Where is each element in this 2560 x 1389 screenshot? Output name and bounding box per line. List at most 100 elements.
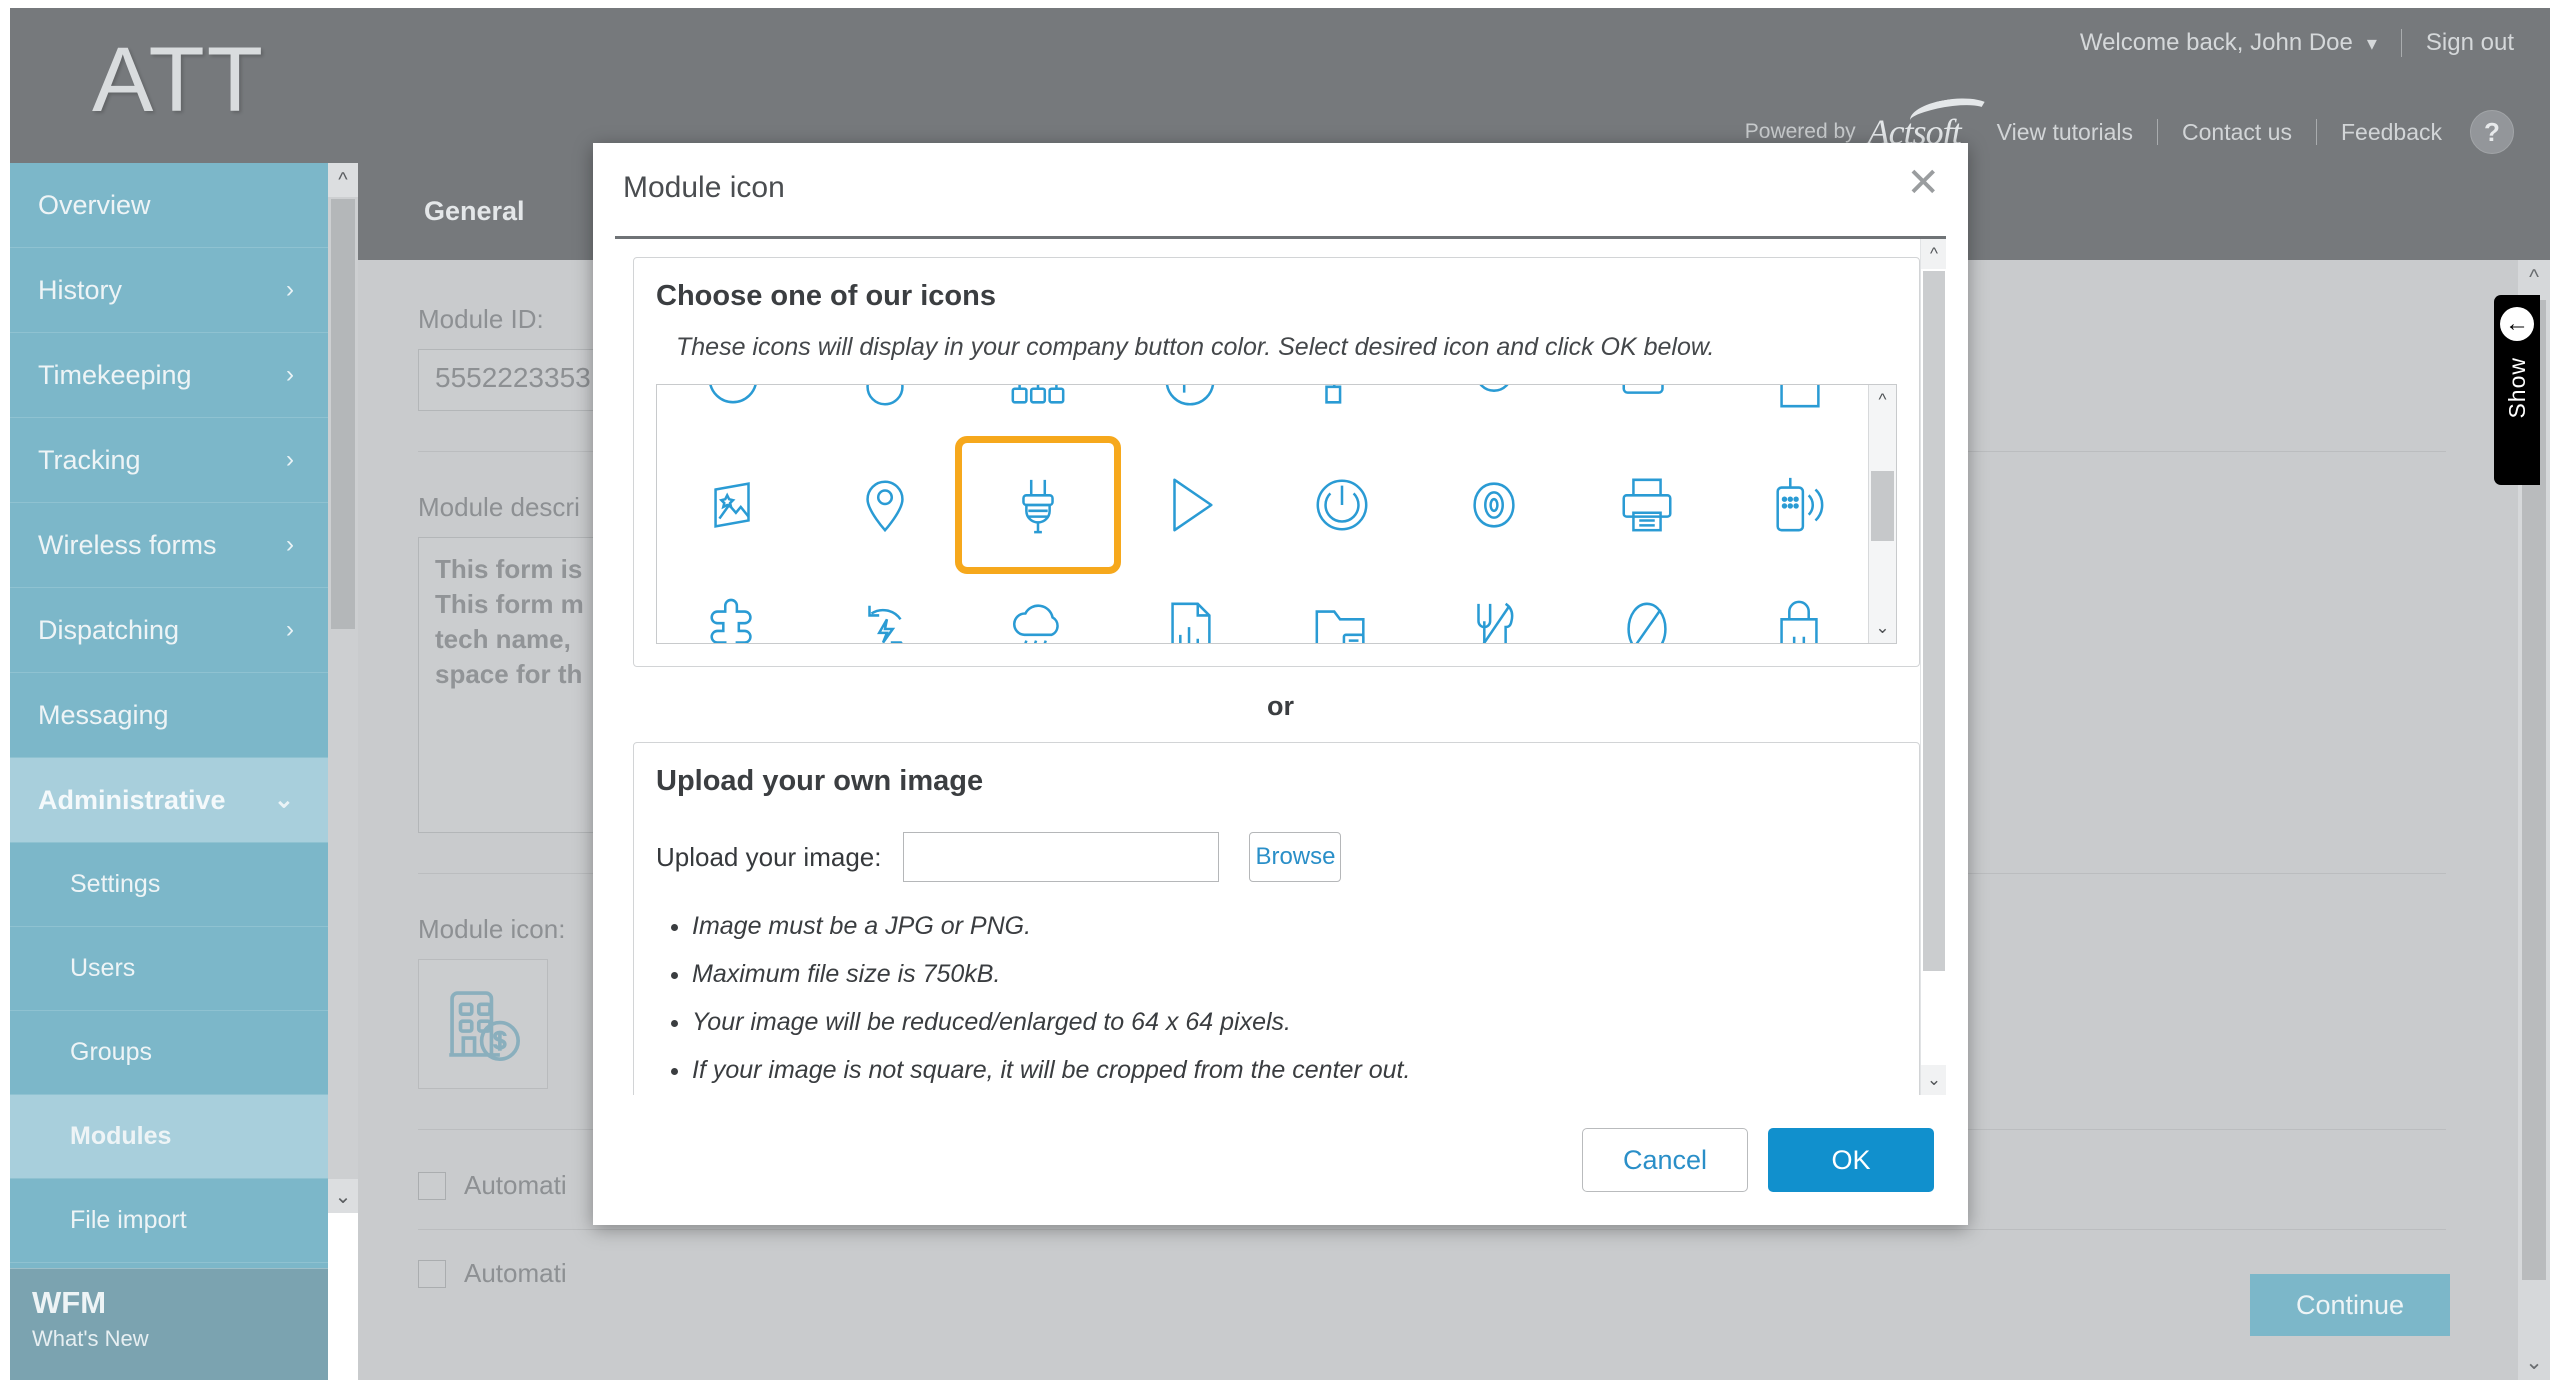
- icon-cell-radio[interactable]: [1723, 443, 1875, 567]
- wfm-title: WFM: [32, 1285, 107, 1320]
- sidebar-item-label: Dispatching: [38, 614, 180, 645]
- icon-cell-restaurant[interactable]: [1418, 567, 1570, 643]
- icon-cell-power[interactable]: [1266, 443, 1418, 567]
- icon-cell-pin[interactable]: [809, 443, 961, 567]
- sidebar-item-file-import[interactable]: File import: [10, 1179, 328, 1263]
- icon-cell-recycle-power[interactable]: [809, 567, 961, 643]
- ok-button[interactable]: OK: [1768, 1128, 1934, 1192]
- upload-image-panel: Upload your own image Upload your image:…: [633, 742, 1920, 1095]
- chevron-down-icon[interactable]: ⌄: [1869, 613, 1896, 643]
- sidebar-item-timekeeping[interactable]: Timekeeping ›: [10, 333, 328, 418]
- upload-rule: Maximum file size is 750kB.: [692, 960, 1919, 989]
- checkbox-icon[interactable]: [418, 1259, 446, 1288]
- dialog-header: Module icon ✕: [593, 143, 1968, 236]
- chevron-up-icon[interactable]: ^: [1869, 385, 1896, 415]
- icon-cell-eye[interactable]: [1418, 443, 1570, 567]
- icon-cell-rain-cloud[interactable]: [962, 567, 1114, 643]
- icon-cell-parking[interactable]: [1114, 385, 1266, 443]
- chevron-right-icon: ›: [286, 531, 294, 558]
- sidebar-item-wireless-forms[interactable]: Wireless forms ›: [10, 503, 328, 588]
- drop-icon: [866, 385, 905, 406]
- icon-cell-shopping-bag[interactable]: [1723, 567, 1875, 643]
- feedback-link[interactable]: Feedback: [2339, 119, 2444, 146]
- divider: [418, 1229, 2446, 1230]
- browse-button[interactable]: Browse: [1249, 832, 1342, 882]
- clock-icon: [709, 385, 757, 404]
- pin-icon: [866, 480, 905, 533]
- automatic-checkbox-row-2[interactable]: Automati: [418, 1258, 2458, 1289]
- sidebar-item-history[interactable]: History ›: [10, 248, 328, 333]
- sidebar-item-label: Administrative: [38, 784, 226, 815]
- chevron-down-icon[interactable]: ⌄: [2518, 1344, 2550, 1380]
- link-separator: [2157, 119, 2159, 145]
- report-chart-icon: [1171, 602, 1211, 643]
- sidebar-item-label: Wireless forms: [38, 529, 217, 560]
- powered-by-label: Powered by: [1744, 120, 1856, 143]
- scrollbar-thumb[interactable]: [331, 199, 355, 629]
- chevron-right-icon: ›: [286, 361, 294, 388]
- radio-icon: [1776, 477, 1824, 532]
- chevron-up-icon[interactable]: ^: [1921, 239, 1946, 269]
- sidebar-item-dispatching[interactable]: Dispatching ›: [10, 588, 328, 673]
- sidebar-item-settings[interactable]: Settings: [10, 843, 328, 927]
- icon-grid-scrollbar[interactable]: ^ ⌄: [1868, 385, 1896, 643]
- upload-rule: Image must be a JPG or PNG.: [692, 912, 1919, 941]
- sidebar-item-users[interactable]: Users: [10, 927, 328, 1011]
- sign-out-link[interactable]: Sign out: [2426, 29, 2514, 57]
- icon-cell-no-entry[interactable]: [1571, 567, 1723, 643]
- icon-cell-pdf-file[interactable]: PDF: [1723, 384, 1875, 443]
- icon-cell-org-chart[interactable]: [962, 385, 1114, 443]
- icon-grid: PDF: [657, 384, 1875, 643]
- close-icon[interactable]: ✕: [1906, 163, 1940, 203]
- icon-cell-drop[interactable]: [809, 385, 961, 443]
- icon-cell-paint-roller[interactable]: [1266, 385, 1418, 443]
- icon-cell-folder-doc[interactable]: [1266, 567, 1418, 643]
- sidebar-footer-wfm[interactable]: WFM What's New: [10, 1268, 328, 1380]
- chevron-down-icon[interactable]: ▾: [2367, 31, 2377, 56]
- icon-cell-puzzle[interactable]: [657, 567, 809, 643]
- svg-text:PDF: PDF: [1787, 384, 1812, 386]
- welcome-label[interactable]: Welcome back, John Doe: [2080, 29, 2353, 57]
- icon-cell-play[interactable]: [1114, 443, 1266, 567]
- printer-icon: [1622, 478, 1672, 532]
- scrollbar-thumb[interactable]: [1871, 471, 1894, 541]
- upload-rule: If your image is not square, it will be …: [692, 1056, 1919, 1085]
- show-panel-tab[interactable]: ← Show: [2494, 295, 2540, 485]
- icon-cell-pan[interactable]: [1571, 385, 1723, 443]
- dialog-title: Module icon: [623, 171, 785, 204]
- sidebar-item-label: Messaging: [38, 699, 169, 730]
- sidebar-item-administrative[interactable]: Administrative ⌄: [10, 758, 328, 843]
- chevron-up-icon[interactable]: ^: [328, 163, 358, 197]
- chevron-down-icon[interactable]: ⌄: [328, 1179, 358, 1213]
- icon-cell-clock[interactable]: [657, 385, 809, 443]
- sidebar-item-overview[interactable]: Overview: [10, 163, 328, 248]
- icon-cell-paint-bucket[interactable]: [1418, 385, 1570, 443]
- scrollbar-thumb[interactable]: [1923, 271, 1945, 971]
- sidebar: Overview History › Timekeeping › Trackin…: [10, 163, 328, 1380]
- icon-cell-plug[interactable]: [954, 436, 1121, 574]
- dialog-scrollbar[interactable]: ^ ⌄: [1920, 239, 1946, 1095]
- cancel-button[interactable]: Cancel: [1582, 1128, 1748, 1192]
- chevron-up-icon[interactable]: ^: [2518, 260, 2550, 296]
- module-icon-thumbnail[interactable]: [418, 959, 548, 1089]
- contact-us-link[interactable]: Contact us: [2180, 119, 2294, 146]
- icon-cell-report-chart[interactable]: [1114, 567, 1266, 643]
- icon-cell-printer[interactable]: [1571, 443, 1723, 567]
- sidebar-item-modules[interactable]: Modules: [10, 1095, 328, 1179]
- sidebar-item-groups[interactable]: Groups: [10, 1011, 328, 1095]
- sidebar-item-tracking[interactable]: Tracking ›: [10, 418, 328, 503]
- sidebar-item-messaging[interactable]: Messaging: [10, 673, 328, 758]
- view-tutorials-link[interactable]: View tutorials: [1995, 119, 2135, 146]
- tab-general[interactable]: General: [424, 163, 525, 260]
- icon-cell-photos[interactable]: [657, 443, 809, 567]
- sidebar-subitem-label: Modules: [70, 1122, 172, 1150]
- upload-file-input[interactable]: [903, 832, 1220, 882]
- plug-icon: [1021, 479, 1054, 534]
- sidebar-scrollbar[interactable]: ^ ⌄: [328, 163, 358, 1213]
- continue-button[interactable]: Continue: [2250, 1274, 2450, 1336]
- checkbox-icon[interactable]: [418, 1171, 446, 1200]
- sidebar-item-label: History: [38, 274, 123, 305]
- chevron-down-icon[interactable]: ⌄: [1921, 1065, 1946, 1095]
- help-icon[interactable]: ?: [2470, 110, 2514, 154]
- arrow-left-circle-icon[interactable]: ←: [2500, 307, 2534, 341]
